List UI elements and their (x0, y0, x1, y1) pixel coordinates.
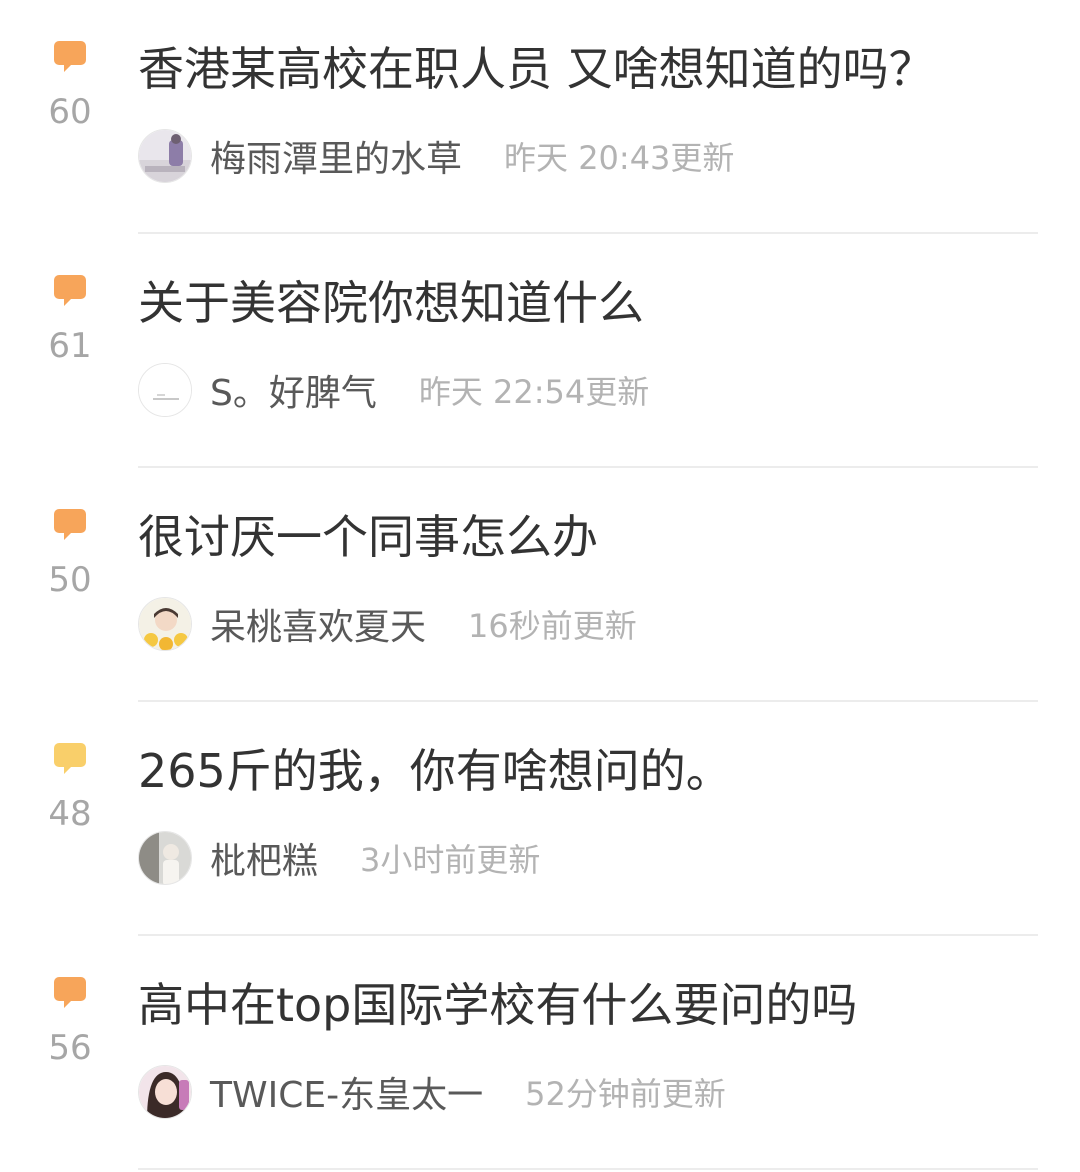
avatar[interactable] (138, 831, 192, 885)
post-item[interactable]: 60 香港某高校在职人员 又啥想知道的吗？ 梅雨潭里的水草 昨天 20:43更新 (0, 0, 1080, 234)
update-time: 3小时前更新 (360, 841, 541, 879)
post-meta: 呆桃喜欢夏天 16秒前更新 (138, 596, 637, 652)
reply-count: 50 (48, 560, 92, 600)
author-name[interactable]: 梅雨潭里的水草 (210, 130, 462, 182)
reply-count: 61 (48, 326, 92, 366)
post-title[interactable]: 很讨厌一个同事怎么办 (138, 504, 1048, 570)
reply-count: 60 (48, 92, 92, 132)
post-title[interactable]: 高中在top国际学校有什么要问的吗 (138, 972, 1048, 1038)
reply-indicator: 60 (40, 40, 100, 150)
post-title[interactable]: 关于美容院你想知道什么 (138, 270, 1048, 336)
post-title[interactable]: 265斤的我，你有啥想问的。 (138, 738, 1048, 804)
comment-bubble-icon (54, 275, 86, 306)
author-name[interactable]: 枇杷糕 (210, 832, 318, 884)
reply-indicator: 61 (40, 274, 100, 384)
avatar[interactable] (138, 597, 192, 651)
post-meta: TWICE-东皇太一 52分钟前更新 (138, 1064, 726, 1120)
update-time: 昨天 22:54更新 (418, 373, 650, 411)
post-item[interactable]: 50 很讨厌一个同事怎么办 呆桃喜欢夏天 16秒前更新 (0, 468, 1080, 702)
comment-bubble-icon (54, 41, 86, 72)
post-meta: S。好脾气 昨天 22:54更新 (138, 362, 649, 418)
avatar[interactable] (138, 1065, 192, 1119)
post-title[interactable]: 香港某高校在职人员 又啥想知道的吗？ (138, 36, 1048, 102)
author-name[interactable]: 呆桃喜欢夏天 (210, 598, 426, 650)
post-meta: 枇杷糕 3小时前更新 (138, 830, 540, 886)
reply-count: 56 (48, 1028, 92, 1068)
comment-bubble-icon (54, 743, 86, 774)
post-item[interactable]: 56 高中在top国际学校有什么要问的吗 TWICE-东皇太一 52分钟前更新 (0, 936, 1080, 1170)
reply-count: 48 (48, 794, 92, 834)
post-meta: 梅雨潭里的水草 昨天 20:43更新 (138, 128, 734, 184)
reply-indicator: 50 (40, 508, 100, 618)
divider (138, 1168, 1038, 1170)
post-list: 60 香港某高校在职人员 又啥想知道的吗？ 梅雨潭里的水草 昨天 20:43更新 (0, 0, 1080, 1172)
author-name[interactable]: TWICE-东皇太一 (210, 1066, 483, 1118)
update-time: 52分钟前更新 (525, 1075, 726, 1113)
comment-bubble-icon (54, 977, 86, 1008)
author-name[interactable]: S。好脾气 (210, 364, 377, 416)
avatar[interactable] (138, 129, 192, 183)
post-item[interactable]: 48 265斤的我，你有啥想问的。 枇杷糕 3小时前更新 (0, 702, 1080, 936)
post-item[interactable]: 61 关于美容院你想知道什么 S。好脾气 昨天 22:54更新 (0, 234, 1080, 468)
comment-bubble-icon (54, 509, 86, 540)
avatar[interactable] (138, 363, 192, 417)
reply-indicator: 48 (40, 742, 100, 852)
update-time: 昨天 20:43更新 (504, 139, 735, 177)
reply-indicator: 56 (40, 976, 100, 1086)
update-time: 16秒前更新 (468, 607, 637, 645)
